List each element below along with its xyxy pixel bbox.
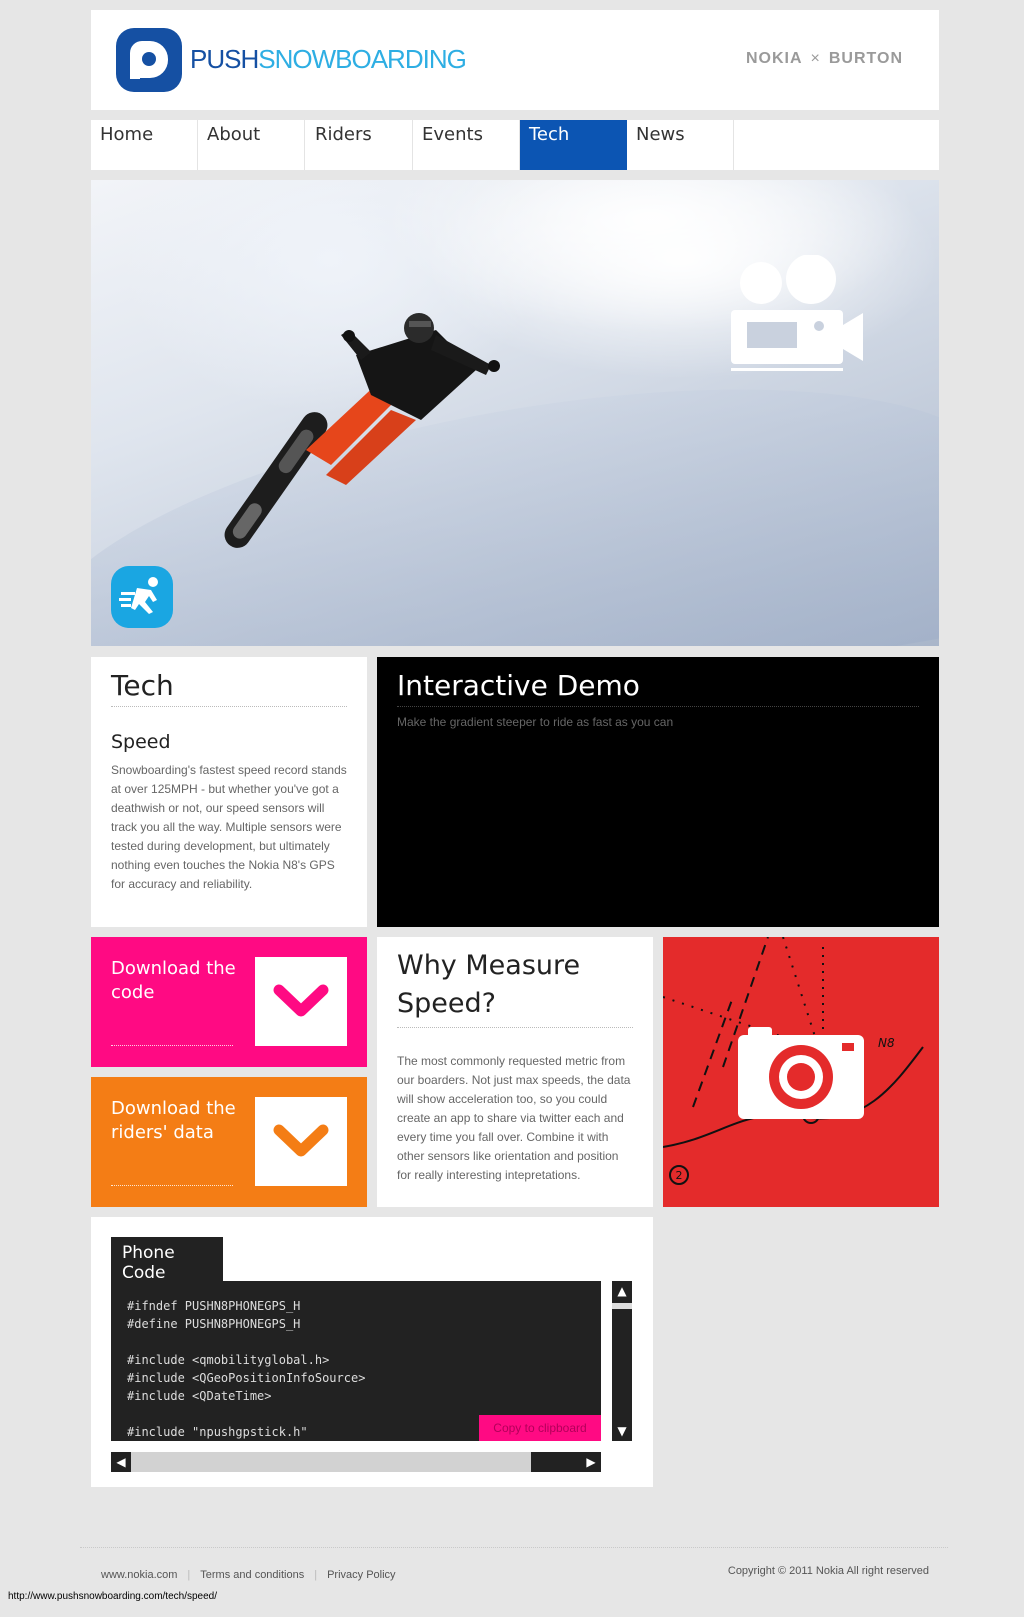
nav-item-news[interactable]: News bbox=[627, 120, 734, 170]
nav-item-home[interactable]: Home bbox=[91, 120, 198, 170]
download-code-card[interactable]: Download the code bbox=[91, 937, 367, 1067]
footer-separator: | bbox=[187, 1569, 191, 1581]
download-riders-data-card[interactable]: Download the riders' data bbox=[91, 1077, 367, 1207]
copy-to-clipboard-button[interactable]: Copy to clipboard bbox=[479, 1415, 601, 1441]
partner-logos: NOKIA × BURTON bbox=[746, 50, 903, 68]
snowboarder-illustration bbox=[224, 313, 500, 548]
logo-snowboarding-text: SNOWBOARDING bbox=[258, 44, 467, 74]
speed-subtitle: Speed bbox=[111, 731, 171, 753]
speed-skier-icon bbox=[111, 566, 173, 628]
nav-item-tech[interactable]: Tech bbox=[520, 120, 627, 170]
vertical-scrollbar[interactable]: ▲ ▼ bbox=[612, 1281, 632, 1441]
scroll-left-icon[interactable]: ◀ bbox=[111, 1452, 131, 1472]
phone-code-panel: Phone Code #ifndef PUSHN8PHONEGPS_H #def… bbox=[91, 1217, 653, 1487]
nokia-logo: NOKIA bbox=[745, 50, 803, 67]
camera-icon[interactable] bbox=[738, 1027, 868, 1119]
scroll-up-icon[interactable]: ▲ bbox=[612, 1281, 632, 1301]
footer-link-nokia[interactable]: www.nokia.com bbox=[101, 1569, 177, 1581]
why-measure-speed-card: Why Measure Speed? The most commonly req… bbox=[377, 937, 653, 1207]
download-code-label: Download the code bbox=[111, 958, 236, 1003]
vertical-scroll-thumb[interactable] bbox=[612, 1303, 632, 1309]
main-nav: Home About Riders Events Tech News bbox=[91, 120, 939, 170]
partner-separator: × bbox=[810, 50, 821, 67]
footer-separator: | bbox=[314, 1569, 318, 1581]
video-camera-icon[interactable] bbox=[731, 255, 871, 375]
burton-logo: BURTON bbox=[828, 50, 903, 67]
why-measure-speed-title: Why Measure Speed? bbox=[397, 947, 633, 1028]
logo-push-text: PUSH bbox=[190, 44, 259, 74]
photo-gallery-card[interactable]: 1 2 N8 bbox=[663, 937, 939, 1207]
interactive-demo-panel[interactable]: Interactive Demo Make the gradient steep… bbox=[377, 657, 939, 927]
interactive-demo-instructions: Make the gradient steeper to ride as fas… bbox=[397, 715, 674, 729]
nav-item-events[interactable]: Events bbox=[413, 120, 520, 170]
download-riders-data-label: Download the riders' data bbox=[111, 1098, 236, 1143]
push-logo-icon[interactable] bbox=[116, 28, 182, 92]
why-measure-speed-body: The most commonly requested metric from … bbox=[397, 1054, 631, 1182]
map-label-n8: N8 bbox=[878, 1036, 895, 1050]
download-riders-data-button[interactable] bbox=[255, 1097, 347, 1186]
interactive-demo-title: Interactive Demo bbox=[397, 669, 919, 707]
nav-item-riders[interactable]: Riders bbox=[306, 120, 413, 170]
map-marker-2: 2 bbox=[676, 1169, 683, 1182]
status-bar-url: http://www.pushsnowboarding.com/tech/spe… bbox=[0, 1588, 226, 1605]
scroll-down-icon[interactable]: ▼ bbox=[612, 1421, 632, 1441]
chevron-down-icon bbox=[273, 1124, 329, 1157]
scroll-right-icon[interactable]: ▶ bbox=[581, 1452, 601, 1472]
horizontal-scrollbar[interactable]: ◀ ▶ bbox=[111, 1452, 601, 1472]
tab-phone-code[interactable]: Phone Code bbox=[111, 1237, 223, 1283]
footer-link-privacy[interactable]: Privacy Policy bbox=[327, 1569, 395, 1581]
code-viewer[interactable]: #ifndef PUSHN8PHONEGPS_H #define PUSHN8P… bbox=[111, 1281, 601, 1441]
chevron-down-icon bbox=[273, 984, 329, 1017]
footer-link-terms[interactable]: Terms and conditions bbox=[200, 1569, 304, 1581]
speed-description: Snowboarding's fastest speed record stan… bbox=[111, 763, 347, 891]
site-header: PUSHSNOWBOARDING NOKIA × BURTON bbox=[91, 10, 939, 110]
site-logo-text[interactable]: PUSHSNOWBOARDING bbox=[190, 44, 467, 75]
download-code-button[interactable] bbox=[255, 957, 347, 1046]
footer-divider bbox=[80, 1547, 948, 1548]
tech-card: Tech Speed Snowboarding's fastest speed … bbox=[91, 657, 367, 927]
hero-snowboarder-image bbox=[91, 180, 939, 646]
copyright-text: Copyright © 2011 Nokia All right reserve… bbox=[727, 1565, 929, 1577]
footer-links: www.nokia.com | Terms and conditions | Priva… bbox=[101, 1569, 396, 1581]
nav-item-about[interactable]: About bbox=[198, 120, 305, 170]
tech-title: Tech bbox=[111, 669, 347, 707]
